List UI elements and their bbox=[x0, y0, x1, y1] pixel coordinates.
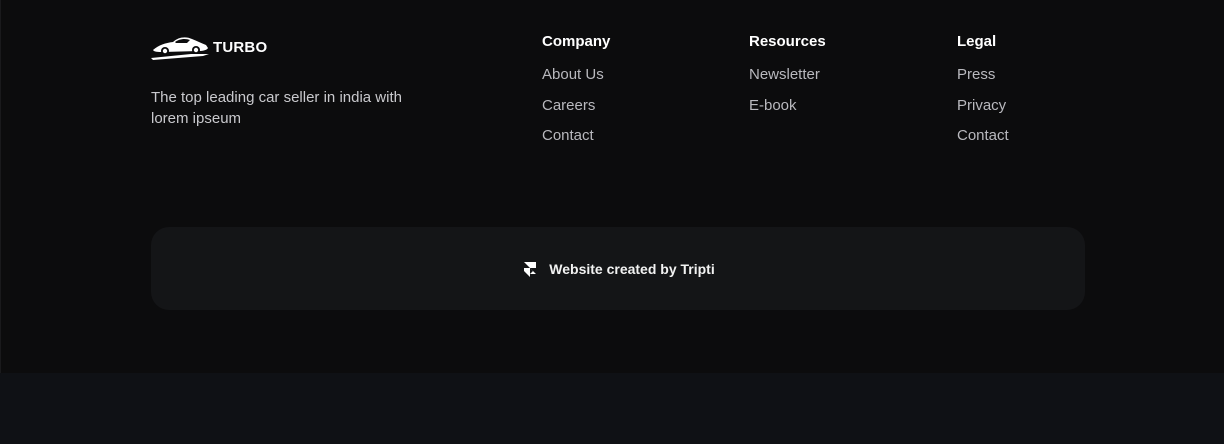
footer-column-legal: Legal Press Privacy Contact bbox=[957, 33, 1009, 158]
page-background bbox=[0, 373, 1224, 444]
footer-column-resources: Resources Newsletter E-book bbox=[749, 33, 826, 127]
brand-tagline: The top leading car seller in india with… bbox=[151, 89, 402, 127]
footer-link-contact[interactable]: Contact bbox=[542, 127, 610, 145]
footer-link-privacy[interactable]: Privacy bbox=[957, 97, 1009, 115]
brand-logo[interactable]: TURBO bbox=[151, 33, 267, 61]
brand-name: TURBO bbox=[213, 39, 268, 56]
column-title-company: Company bbox=[542, 33, 611, 50]
footer-link-press[interactable]: Press bbox=[957, 66, 1009, 84]
site-footer: TURBO The top leading car seller in indi… bbox=[0, 0, 1224, 373]
credit-link[interactable]: Website created by Tripti bbox=[549, 261, 714, 277]
column-title-legal: Legal bbox=[957, 33, 997, 50]
column-title-resources: Resources bbox=[749, 33, 826, 50]
footer-link-ebook[interactable]: E-book bbox=[749, 97, 826, 115]
footer-link-newsletter[interactable]: Newsletter bbox=[749, 66, 826, 84]
footer-link-careers[interactable]: Careers bbox=[542, 97, 610, 115]
footer-link-legal-contact[interactable]: Contact bbox=[957, 127, 1009, 145]
footer-link-about-us[interactable]: About Us bbox=[542, 66, 610, 84]
framer-logo-icon bbox=[521, 260, 539, 278]
credit-bar: Website created by Tripti bbox=[151, 227, 1085, 310]
footer-column-company: Company About Us Careers Contact bbox=[542, 33, 610, 158]
sports-car-icon bbox=[151, 33, 209, 61]
